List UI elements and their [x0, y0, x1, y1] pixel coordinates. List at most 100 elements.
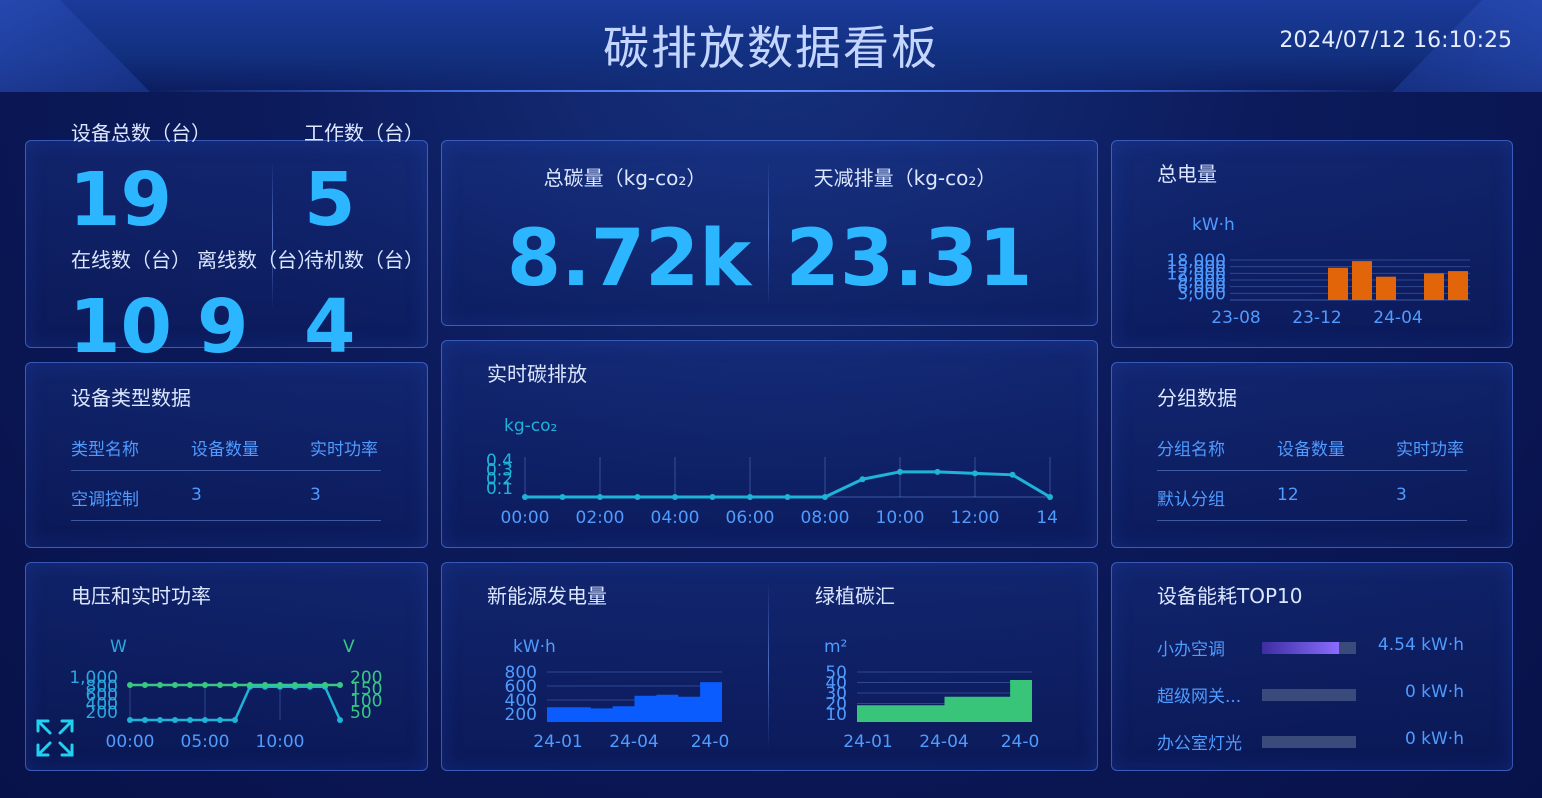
- voltage-data-point: [172, 682, 178, 688]
- realtime-data-point: [1009, 471, 1016, 478]
- group-data-title: 分组数据: [1157, 386, 1237, 410]
- voltage-data-point: [157, 717, 163, 723]
- total-carbon-value: 8.72k: [506, 214, 752, 304]
- device-type-row-power: 3: [310, 485, 321, 505]
- group-row-power: 3: [1396, 485, 1407, 505]
- group-row-line: [1157, 520, 1467, 521]
- voltage-x-tick: 05:00: [181, 732, 230, 752]
- top10-item-bar-track: [1262, 689, 1356, 701]
- realtime-data-point: [747, 494, 753, 500]
- total-devices-label: 设备总数（台）: [71, 121, 211, 145]
- voltage-power-title: 电压和实时功率: [71, 584, 211, 608]
- top10-item-bar-fill: [1262, 642, 1340, 654]
- top10-item-value: 0 kW·h: [1404, 729, 1464, 749]
- online-devices-value: 10: [69, 284, 172, 370]
- realtime-data-point: [1047, 494, 1053, 500]
- voltage-data-point: [232, 682, 238, 688]
- green-sink-y-tick: 50: [825, 663, 847, 683]
- energy-top10-title: 设备能耗TOP10: [1157, 584, 1303, 608]
- voltage-data-point: [202, 717, 208, 723]
- realtime-emission-chart: kg-co₂0.10.20.30.400:00 02:00 04:00 06:00 08…: [486, 416, 1060, 528]
- realtime-x-tick: 02:00: [576, 508, 625, 528]
- top10-item-value: 0 kW·h: [1404, 682, 1464, 702]
- voltage-data-point: [292, 682, 298, 688]
- carbon-divider: [768, 160, 769, 306]
- total-power-bar: [1424, 273, 1444, 300]
- total-power-bar: [1352, 261, 1372, 300]
- total-power-bar: [1376, 276, 1396, 300]
- top10-item-name: 超级网关...: [1157, 687, 1242, 707]
- green-sink-unit: m²: [824, 637, 847, 657]
- new-energy-title: 新能源发电量: [487, 584, 607, 608]
- voltage-data-point: [322, 682, 328, 688]
- daily-reduction-label: 天减排量（kg-co₂）: [813, 166, 997, 190]
- voltage-data-point: [307, 682, 313, 688]
- voltage-data-point: [337, 682, 343, 688]
- offline-devices-label: 离线数（台）: [197, 248, 317, 272]
- voltage-data-point: [217, 682, 223, 688]
- voltage-x-tick: 10:00: [256, 732, 305, 752]
- total-power-x-tick: 23-08: [1211, 308, 1260, 328]
- voltage-series-line: [130, 685, 342, 722]
- voltage-right-unit: V: [343, 637, 355, 657]
- voltage-data-point: [157, 682, 163, 688]
- top10-item-bar-track: [1262, 642, 1356, 654]
- working-devices-label: 工作数（台）: [304, 121, 424, 145]
- realtime-data-point: [859, 476, 866, 483]
- total-power-x-tick: 24-04: [1373, 308, 1422, 328]
- header-underline: [150, 90, 1392, 92]
- voltage-left-y-tick: 1,000: [69, 668, 118, 688]
- voltage-data-point: [142, 682, 148, 688]
- total-power-unit: kW·h: [1192, 215, 1235, 235]
- green-sink-x-tick: 24-04: [919, 732, 968, 752]
- total-carbon-label: 总碳量（kg-co₂）: [543, 166, 707, 190]
- voltage-data-point: [217, 717, 223, 723]
- voltage-data-point: [187, 717, 193, 723]
- realtime-data-point: [634, 494, 641, 500]
- realtime-x-tick: 04:00: [651, 508, 700, 528]
- realtime-y-tick: 0.4: [486, 451, 513, 471]
- new-energy-chart: kW·h20040060080024-01 24-04 24-0: [505, 637, 730, 752]
- device-type-col-power: 实时功率: [310, 440, 378, 460]
- total-power-title: 总电量: [1157, 162, 1217, 186]
- group-col-count: 设备数量: [1277, 440, 1345, 460]
- green-sink-chart: m²102030405024-01 24-04 24-0: [824, 637, 1040, 752]
- realtime-x-tick: 00:00: [501, 508, 550, 528]
- total-devices-value: 19: [69, 157, 172, 243]
- standby-devices-label: 待机数（台）: [304, 248, 424, 272]
- group-row-name: 默认分组: [1157, 490, 1225, 510]
- new-energy-x-tick: 24-0: [691, 732, 730, 752]
- expand-fullscreen-icon[interactable]: [34, 717, 76, 759]
- voltage-x-tick: 00:00: [106, 732, 155, 752]
- count-divider: [272, 160, 273, 310]
- voltage-data-point: [127, 682, 133, 688]
- new-energy-y-tick: 800: [505, 663, 537, 683]
- realtime-data-point: [559, 494, 566, 500]
- voltage-data-point: [232, 717, 238, 723]
- realtime-data-point: [897, 468, 903, 475]
- energy-sink-divider: [768, 580, 769, 750]
- voltage-power-chart: W V2004006008001,0005010015020000:00 05:00…: [69, 637, 382, 752]
- realtime-x-tick: 06:00: [726, 508, 775, 528]
- total-power-bar: [1448, 271, 1468, 300]
- top10-item-value: 4.54 kW·h: [1377, 635, 1464, 655]
- realtime-data-point: [784, 494, 791, 500]
- total-power-y-tick: 18,000: [1167, 251, 1226, 271]
- daily-reduction-value: 23.31: [785, 214, 1033, 304]
- realtime-x-tick: 14:: [1036, 508, 1060, 528]
- green-sink-x-tick: 24-0: [1001, 732, 1040, 752]
- total-power-chart: kW·h3,0006,0009,00012,00015,00018,00023-…: [1167, 215, 1470, 328]
- realtime-data-point: [822, 494, 828, 500]
- realtime-data-point: [522, 494, 528, 500]
- online-devices-label: 在线数（台）: [71, 248, 191, 272]
- new-energy-x-tick: 24-04: [609, 732, 658, 752]
- voltage-data-point: [202, 682, 208, 688]
- voltage-data-point: [247, 682, 253, 688]
- green-sink-title: 绿植碳汇: [815, 584, 895, 608]
- group-col-name: 分组名称: [1157, 440, 1225, 460]
- device-type-row-count: 3: [191, 485, 202, 505]
- realtime-data-point: [972, 470, 978, 477]
- realtime-data-point: [709, 494, 716, 500]
- realtime-data-point: [672, 494, 678, 500]
- voltage-left-unit: W: [110, 637, 127, 657]
